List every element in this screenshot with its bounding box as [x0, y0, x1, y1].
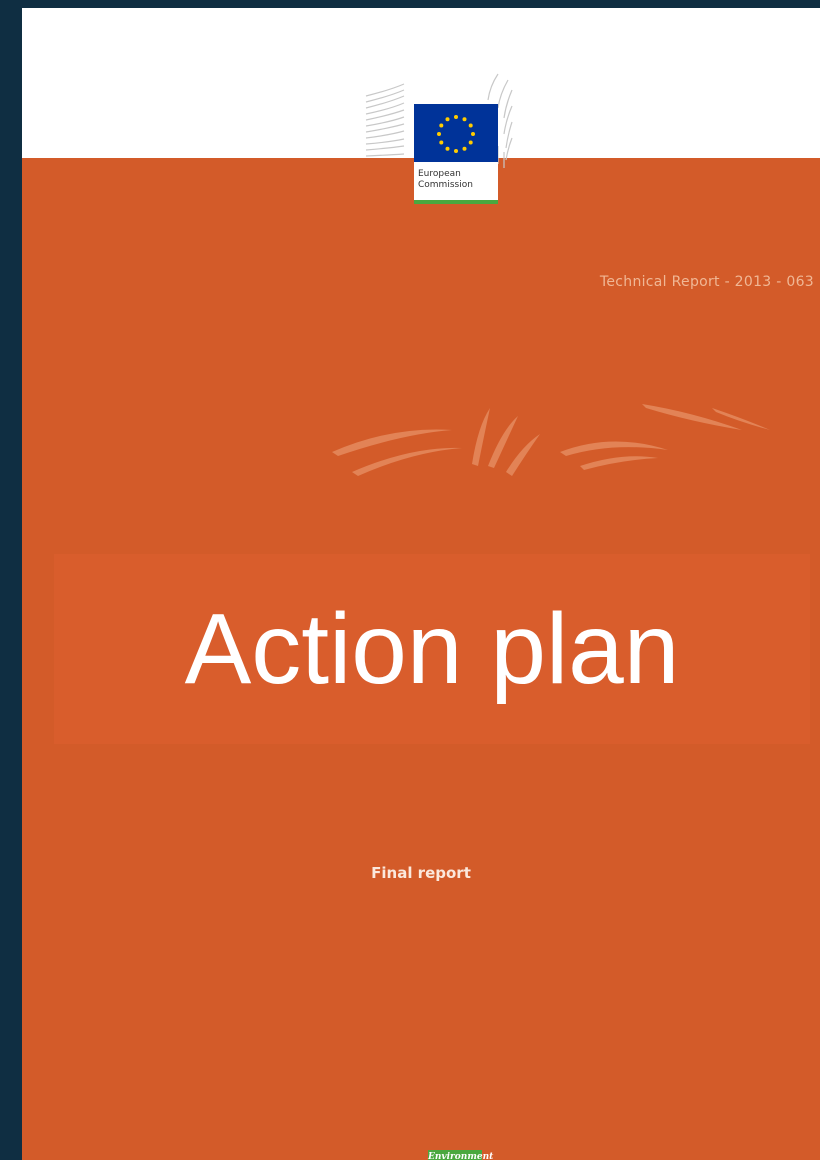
- logo-line-2: Commission: [418, 180, 473, 190]
- report-number: Technical Report - 2013 - 063: [599, 274, 814, 290]
- logo-green-bar: [414, 200, 498, 204]
- report-cover: European Commission Technical Report - 2…: [22, 8, 820, 1160]
- screen-frame: European Commission Technical Report - 2…: [0, 0, 820, 1160]
- eu-flag-icon: [414, 104, 498, 162]
- cover-title: Action plan: [184, 593, 680, 705]
- cover-subtitle: Final report: [371, 864, 471, 882]
- european-commission-logo: European Commission: [340, 60, 560, 220]
- title-band: Action plan: [54, 554, 810, 744]
- environment-badge: Environment: [428, 1150, 493, 1160]
- logo-line-1: European: [418, 169, 461, 179]
- grass-brushstroke-decoration: [312, 386, 772, 496]
